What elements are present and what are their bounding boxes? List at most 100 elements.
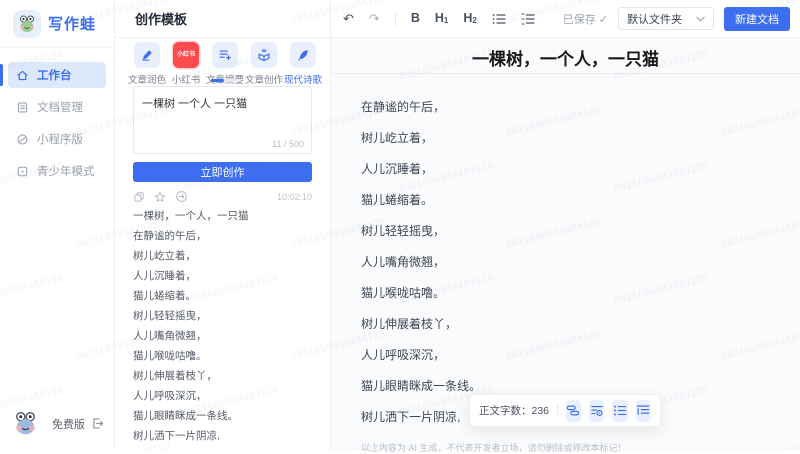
tab-label: 文章创作 [245,72,283,86]
title-divider [331,73,800,74]
result-line: 树儿洒下一片阴凉, [133,430,320,443]
result-line: 在静谧的午后， [133,230,320,243]
insert-icon[interactable] [175,190,188,203]
word-count: 正文字数：236 [479,403,549,418]
quill-icon [290,42,316,68]
tab-article-polish[interactable]: 文章润色 [132,42,162,86]
xiaohongshu-icon: 小红书 [173,42,199,68]
tab-xiaohongshu[interactable]: 小红书 小红书 [171,42,201,86]
document-icon [16,101,29,114]
topbar: 创作模板 ↶ ↷ B H1 H2 已保存 ✓ 默认文件夹 新建文档 [115,0,800,38]
bold-button[interactable]: B [411,12,420,25]
redo-button[interactable]: ↷ [369,12,380,25]
box-icon [251,42,277,68]
heading-letter: H [463,12,472,25]
sidebar-item-label: 文档管理 [37,99,83,115]
doc-paragraph[interactable]: 人儿沉睡着， [361,162,780,176]
folder-dropdown-value: 默认文件夹 [627,11,682,27]
panel-divider [330,0,331,450]
plan-badge: 免费版 [52,416,85,432]
bullet-list-button[interactable] [492,13,506,25]
star-icon[interactable] [154,191,166,203]
chevron-down-icon [696,16,705,22]
logout-icon[interactable] [91,417,104,430]
result-line: 一棵树，一个人，一只猫 [133,210,320,223]
result-line: 人儿嘴角微翘， [133,330,320,343]
document-editor[interactable]: 一棵树，一个人，一只猫 在静谧的午后， 树儿屹立着， 人儿沉睡着， 猫儿蜷缩着。… [331,38,800,450]
topbar-right: 已保存 ✓ 默认文件夹 新建文档 [563,7,790,31]
sidebar-menu: 工作台 文档管理 小程序版 青少年模式 [0,62,114,184]
heading-letter: H [435,12,444,25]
app-name: 写作蛙 [48,13,96,34]
doc-paragraph[interactable]: 人儿嘴角微翘， [361,255,780,269]
saved-label: 已保存 [563,14,596,26]
sidebar-item-label: 青少年模式 [37,163,95,179]
check-icon: ✓ [599,14,608,26]
doc-paragraph[interactable]: 在静谧的午后， [361,100,780,114]
sidebar-item-label: 工作台 [37,67,72,83]
doc-paragraph[interactable]: 树儿轻轻摇曳， [361,224,780,238]
copy-icon[interactable] [133,191,145,203]
undo-button[interactable]: ↶ [343,12,354,25]
document-title[interactable]: 一棵树，一个人，一只猫 [331,45,800,70]
heading1-button[interactable]: H1 [435,12,448,25]
toolbar-divider [557,404,558,418]
char-counter: 11 / 500 [272,139,304,149]
result-line: 人儿呼吸深沉， [133,390,320,403]
doc-paragraph[interactable]: 人儿呼吸深沉， [361,348,780,362]
sidebar-footer: 免费版 [12,410,104,437]
tabs-scrollbar[interactable] [211,79,241,82]
tab-label: 文章润色 [128,72,166,86]
saved-status: 已保存 ✓ [563,11,608,27]
home-icon [16,69,29,82]
template-panel: 文章润色 小红书 小红书 文章摘要 文章创作 现代诗歌 一棵树 一个人 一只猫 [115,38,330,450]
format-toolbar: ↶ ↷ B H1 H2 [343,12,535,26]
word-count-label: 正文字数： [479,405,532,417]
result-line: 树儿轻轻摇曳， [133,310,320,323]
sidebar-item-miniprogram[interactable]: 小程序版 [8,126,106,152]
doc-paragraph[interactable]: 猫儿喉咙咕噜。 [361,286,780,300]
result-timestamp: 10:02:10 [277,192,312,202]
result-line: 猫儿喉咙咕噜。 [133,350,320,363]
tab-article-create[interactable]: 文章创作 [249,42,279,86]
rewrite-icon[interactable] [566,400,581,422]
ai-disclaimer: 以上内容为 AI 生成，不代表开发者立场，请勿删除或修改本标记！ [361,441,780,454]
sidebar-item-teen-mode[interactable]: 青少年模式 [8,158,106,184]
sidebar-item-workbench[interactable]: 工作台 [8,62,106,88]
result-line: 树儿伸展着枝丫， [133,370,320,383]
user-avatar[interactable] [12,410,39,437]
tab-label: 现代诗歌 [284,72,322,86]
doc-paragraph[interactable]: 树儿屹立着， [361,131,780,145]
tab-modern-poetry[interactable]: 现代诗歌 [288,42,318,86]
ordered-list-button[interactable] [521,13,535,25]
heading2-sub: 2 [472,17,476,25]
sidebar: 写作蛙 工作台 文档管理 小程序版 青少年模式 [0,0,115,450]
expand-icon[interactable] [589,400,604,422]
result-header: 10:02:10 [133,190,312,203]
word-count-value: 236 [532,405,550,417]
summary-icon [212,42,238,68]
sidebar-item-documents[interactable]: 文档管理 [8,94,106,120]
create-now-button[interactable]: 立即创作 [133,162,312,182]
floating-toolbar: 正文字数：236 [469,394,661,427]
result-line: 猫儿眼睛眯成一条线。 [133,410,320,423]
frog-logo-icon [13,10,41,38]
folder-dropdown[interactable]: 默认文件夹 [618,7,714,30]
teen-mode-icon [16,165,29,178]
heading1-sub: 1 [444,17,448,25]
result-line: 人儿沉睡着， [133,270,320,283]
heading2-button[interactable]: H2 [463,12,476,25]
result-list: 一棵树，一个人，一只猫 在静谧的午后， 树儿屹立着， 人儿沉睡着， 猫儿蜷缩着。… [133,210,320,450]
sidebar-item-label: 小程序版 [37,131,83,147]
tabs-scrollbar-thumb[interactable] [211,79,224,82]
pen-icon [134,42,160,68]
outline-list-icon[interactable] [636,400,651,422]
toolbar-divider [395,12,396,26]
result-line: 猫儿蜷缩着。 [133,290,320,303]
doc-paragraph[interactable]: 猫儿蜷缩着。 [361,193,780,207]
doc-paragraph[interactable]: 树儿伸展着枝丫， [361,317,780,331]
new-document-button[interactable]: 新建文档 [724,7,790,31]
bullet-list-icon[interactable] [612,400,627,422]
doc-paragraph[interactable]: 猫儿眼睛眯成一条线。 [361,379,780,393]
app-logo: 写作蛙 [0,0,114,48]
